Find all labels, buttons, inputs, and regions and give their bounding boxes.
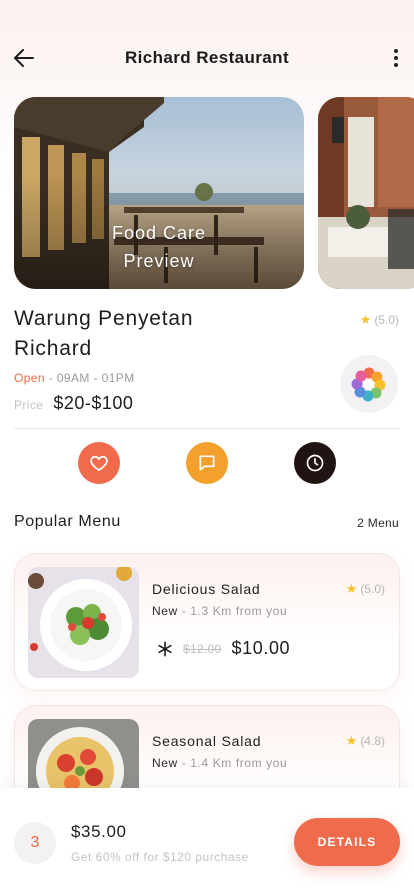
salad-photo (28, 567, 139, 678)
new-tag: New (152, 604, 178, 618)
old-price: $12.00 (183, 641, 222, 656)
star-icon: ★ (345, 581, 358, 596)
menu-item-price: $12.00 $10.00 (157, 638, 290, 659)
rating-value: (5.0) (360, 582, 385, 596)
status-badge: Open (14, 371, 45, 385)
details-button[interactable]: DETAILS (294, 818, 400, 866)
menu-item-rating: ★ (5.0) (346, 581, 385, 597)
current-price: $10.00 (231, 638, 291, 658)
promo-text: Get 60% off for $120 purchase (71, 850, 249, 864)
photo-gallery[interactable]: Food Care Preview (14, 97, 414, 289)
restaurant-rating: ★ (5.0) (360, 312, 399, 328)
favorite-button[interactable] (78, 442, 120, 484)
gallery-card[interactable]: Food Care Preview (14, 97, 304, 289)
price-value: $20-$100 (53, 393, 134, 413)
opening-hours: Open - 09AM - 01PM (14, 371, 135, 385)
distance-text: - 1.4 Km from you (177, 756, 288, 770)
opening-hours-button[interactable] (294, 442, 336, 484)
menu-item-meta: New - 1.3 Km from you (152, 604, 287, 618)
restaurant-logo (340, 355, 398, 413)
cart-quantity[interactable]: 3 (14, 822, 56, 864)
price-label: Price (14, 398, 44, 412)
app-header: Richard Restaurant (0, 0, 414, 96)
page-title: Richard Restaurant (124, 48, 290, 67)
new-tag: New (152, 756, 178, 770)
divider (14, 428, 400, 429)
menu-item-rating: ★ (4.8) (346, 733, 385, 749)
clock-icon (306, 454, 324, 472)
price-range: Price $20-$100 (14, 393, 133, 414)
gallery-caption: Food Care Preview (111, 223, 207, 271)
rating-value: (4.8) (360, 734, 385, 748)
gallery-card[interactable] (318, 97, 414, 289)
star-icon: ★ (359, 312, 372, 327)
section-title: Popular Menu (14, 513, 121, 530)
total-price: $35.00 (71, 822, 127, 841)
heart-icon (90, 455, 108, 471)
restaurant-name: Warung Penyetan Richard (14, 307, 194, 360)
hours-text: - 09AM - 01PM (44, 371, 135, 385)
flower-logo-icon (351, 367, 386, 402)
menu-count[interactable]: 2 Menu (357, 516, 399, 530)
distance-text: - 1.3 Km from you (177, 604, 288, 618)
menu-item-name: Seasonal Salad (152, 733, 262, 749)
snowflake-icon (158, 641, 172, 656)
message-button[interactable] (186, 442, 228, 484)
more-options-button[interactable] (386, 44, 406, 72)
menu-item[interactable]: Delicious Salad ★ (5.0) New - 1.3 Km fro… (14, 553, 400, 691)
menu-item-name: Delicious Salad (152, 581, 261, 597)
menu-item-image (28, 567, 139, 678)
rating-value: (5.0) (374, 313, 399, 327)
menu-item-meta: New - 1.4 Km from you (152, 756, 287, 770)
more-vertical-icon (394, 49, 398, 53)
message-icon (199, 455, 215, 471)
patio-restaurant-photo (318, 97, 414, 289)
checkout-bar: 3 $35.00 Get 60% off for $120 purchase D… (0, 788, 414, 896)
star-icon: ★ (345, 733, 358, 748)
